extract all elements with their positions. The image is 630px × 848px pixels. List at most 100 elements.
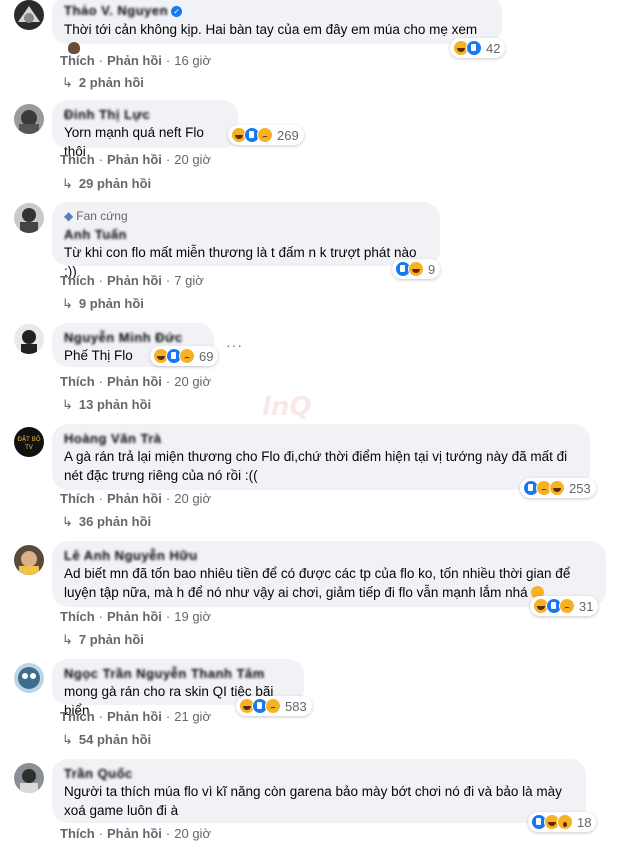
reaction-summary[interactable]: 269 [228, 125, 304, 145]
reply-button[interactable]: Phản hồi [107, 53, 162, 68]
avatar[interactable] [14, 0, 44, 30]
comment-bubble: Hoàng Văn Trà A gà rán trả lại miện thươ… [52, 424, 590, 490]
timestamp[interactable]: 16 giờ [174, 53, 211, 68]
comment-text: Ad biết mn đã tốn bao nhiêu tiền để có đ… [64, 566, 571, 600]
commenter-name[interactable]: Hoàng Văn Trà [64, 430, 578, 447]
more-options-icon[interactable]: ··· [226, 337, 243, 353]
avatar[interactable] [14, 763, 44, 793]
timestamp[interactable]: 20 giờ [174, 374, 211, 389]
reply-arrow-icon: ↳ [62, 397, 73, 412]
avatar[interactable] [14, 545, 44, 575]
svg-text:ĐẶT BỘ: ĐẶT BỘ [17, 436, 40, 443]
reply-button[interactable]: Phản hồi [107, 709, 162, 724]
sad-reaction-icon [179, 348, 195, 364]
like-button[interactable]: Thích [60, 826, 95, 841]
timestamp[interactable]: 21 giờ [174, 709, 211, 724]
reply-button[interactable]: Phản hồi [107, 609, 162, 624]
reaction-summary[interactable]: 253 [520, 478, 596, 498]
reaction-count: 69 [199, 348, 214, 364]
comment-actions: Thích · Phản hồi · 20 giờ [60, 152, 211, 167]
like-button[interactable]: Thích [60, 152, 95, 167]
wow-reaction-icon [557, 814, 573, 830]
like-button[interactable]: Thích [60, 709, 95, 724]
comment-bubble: Lê Anh Nguyễn Hữu Ad biết mn đã tốn bao … [52, 541, 606, 607]
like-button[interactable]: Thích [60, 273, 95, 288]
comment-actions: Thích · Phản hồi · 20 giờ [60, 826, 211, 841]
reaction-count: 253 [569, 480, 591, 496]
commenter-name[interactable]: Thảo V. Nguyen [64, 2, 168, 19]
sad-reaction-icon [257, 127, 273, 143]
commenter-name[interactable]: Nguyễn Minh Đức [64, 329, 202, 346]
haha-reaction-icon [549, 480, 565, 496]
avatar[interactable] [14, 663, 44, 693]
view-replies-link[interactable]: ↳ 54 phản hồi [62, 732, 151, 748]
reply-button[interactable]: Phản hồi [107, 152, 162, 167]
avatar[interactable] [14, 203, 44, 233]
avatar[interactable] [14, 104, 44, 134]
reaction-summary[interactable]: 31 [530, 596, 599, 616]
comment-actions: Thích · Phản hồi · 19 giờ [60, 609, 211, 624]
comment-bubble: Thảo V. Nguyen ✓ Thời tới cản không kịp.… [52, 0, 502, 54]
commenter-name[interactable]: Trần Quốc [64, 765, 574, 782]
sad-reaction-icon [559, 598, 575, 614]
reaction-count: 9 [428, 261, 436, 277]
reaction-summary[interactable]: 42 [450, 38, 506, 58]
avatar[interactable] [14, 324, 44, 354]
comment-text: A gà rán trả lại miện thương cho Flo đi,… [64, 449, 568, 483]
comment-actions: Thích · Phản hồi · 16 giờ [60, 53, 211, 68]
comment-bubble: ◆ Fan cứng Anh Tuấn Từ khi con flo mất mi… [52, 202, 440, 279]
reaction-count: 18 [577, 814, 592, 830]
like-button[interactable]: Thích [60, 53, 95, 68]
reply-arrow-icon: ↳ [62, 176, 73, 191]
reaction-count: 583 [285, 698, 307, 714]
svg-text:TV: TV [24, 444, 34, 451]
timestamp[interactable]: 20 giờ [174, 491, 211, 506]
like-button[interactable]: Thích [60, 374, 95, 389]
comment-actions: Thích · Phản hồi · 21 giờ [60, 709, 211, 724]
reply-button[interactable]: Phản hồi [107, 491, 162, 506]
view-replies-link[interactable]: ↳ 2 phản hồi [62, 75, 144, 91]
view-replies-link[interactable]: ↳ 9 phản hồi [62, 296, 144, 312]
commenter-name[interactable]: Anh Tuấn [64, 226, 428, 243]
commenter-name[interactable]: Ngọc Trần Nguyễn Thanh Tâm [64, 665, 292, 682]
like-button[interactable]: Thích [60, 491, 95, 506]
reply-arrow-icon: ↳ [62, 732, 73, 747]
haha-reaction-icon [408, 261, 424, 277]
comment-text: Người ta thích múa flo vì kĩ năng còn ga… [64, 784, 562, 818]
timestamp[interactable]: 19 giờ [174, 609, 211, 624]
reply-arrow-icon: ↳ [62, 632, 73, 647]
view-replies-link[interactable]: ↳ 29 phản hồi [62, 176, 151, 192]
view-replies-link[interactable]: ↳ 13 phản hồi [62, 397, 151, 413]
reply-arrow-icon: ↳ [62, 296, 73, 311]
reaction-count: 31 [579, 598, 594, 614]
commenter-name[interactable]: Lê Anh Nguyễn Hữu [64, 547, 594, 564]
comment-bubble: Đinh Thị Lực Yorn mạnh quá neft Flo thôi [52, 100, 238, 159]
timestamp[interactable]: 7 giờ [174, 273, 204, 288]
reaction-count: 269 [277, 127, 299, 143]
reaction-summary[interactable]: 69 [150, 346, 219, 366]
like-button[interactable]: Thích [60, 609, 95, 624]
comment-actions: Thích · Phản hồi · 20 giờ [60, 374, 211, 389]
commenter-name[interactable]: Đinh Thị Lực [64, 106, 226, 123]
reaction-summary[interactable]: 18 [528, 812, 597, 832]
comment-bubble: Trần Quốc Người ta thích múa flo vì kĩ n… [52, 759, 586, 823]
timestamp[interactable]: 20 giờ [174, 826, 211, 841]
view-replies-link[interactable]: ↳ 7 phản hồi [62, 632, 144, 648]
reaction-count: 42 [486, 40, 501, 56]
reply-arrow-icon: ↳ [62, 75, 73, 90]
reply-arrow-icon: ↳ [62, 514, 73, 529]
timestamp[interactable]: 20 giờ [174, 152, 211, 167]
like-reaction-icon [466, 40, 482, 56]
reaction-summary[interactable]: 9 [392, 259, 441, 279]
verified-badge-icon: ✓ [171, 6, 183, 17]
reply-button[interactable]: Phản hồi [107, 273, 162, 288]
avatar[interactable]: ĐẶT BỘ TV [14, 427, 44, 457]
reply-button[interactable]: Phản hồi [107, 826, 162, 841]
view-replies-link[interactable]: ↳ 36 phản hồi [62, 514, 151, 530]
fan-badge: ◆ Fan cứng [64, 209, 128, 223]
comment-actions: Thích · Phản hồi · 7 giờ [60, 273, 204, 288]
reply-button[interactable]: Phản hồi [107, 374, 162, 389]
diamond-icon: ◆ [64, 209, 74, 223]
reaction-summary[interactable]: 583 [236, 696, 312, 716]
comment-actions: Thích · Phản hồi · 20 giờ [60, 491, 211, 506]
